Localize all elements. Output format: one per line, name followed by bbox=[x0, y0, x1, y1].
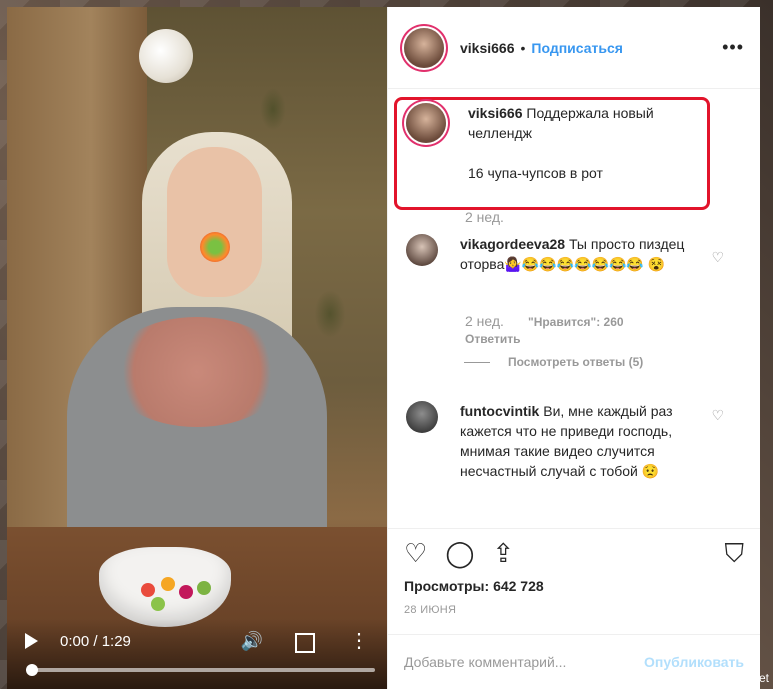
bookmark-icon[interactable]: ⛉ bbox=[724, 538, 744, 570]
caption-line2: 16 чупа-чупсов в рот bbox=[468, 165, 603, 181]
reply-button[interactable]: Ответить bbox=[465, 332, 520, 346]
comment-likes[interactable]: "Нравится": 260 bbox=[528, 315, 624, 329]
wall-lamp bbox=[139, 29, 193, 83]
commenter-avatar[interactable] bbox=[406, 401, 438, 433]
comment-item: vikagordeeva28 Ты просто пиздец оторва🤷‍… bbox=[406, 234, 690, 274]
comments-area: viksi666 Поддержала новый челлендж 16 чу… bbox=[388, 89, 760, 528]
views-value: 642 728 bbox=[493, 578, 544, 594]
comment-like-icon[interactable]: ♡ bbox=[711, 249, 724, 266]
candy bbox=[197, 581, 211, 595]
post-panel: viksi666 • Подписаться ••• viksi666 Подд… bbox=[387, 7, 760, 689]
candy bbox=[161, 577, 175, 591]
face bbox=[167, 147, 262, 297]
author-username[interactable]: viksi666 bbox=[460, 40, 515, 56]
views-count[interactable]: Просмотры: 642 728 bbox=[388, 578, 760, 594]
comment-icon[interactable]: ◯ bbox=[445, 538, 474, 569]
watermark: Fishki.net bbox=[717, 671, 769, 685]
comment-input[interactable] bbox=[404, 654, 645, 670]
candy bbox=[141, 583, 155, 597]
commenter-username[interactable]: funtocvintik bbox=[460, 403, 539, 419]
fullscreen-icon[interactable] bbox=[295, 633, 315, 653]
author-avatar[interactable] bbox=[404, 27, 444, 68]
caption: viksi666 Поддержала новый челлендж 16 чу… bbox=[406, 103, 698, 183]
progress-knob[interactable] bbox=[26, 664, 38, 676]
caption-avatar[interactable] bbox=[406, 103, 446, 143]
candy bbox=[179, 585, 193, 599]
share-icon[interactable]: ⇪ bbox=[492, 538, 514, 569]
play-icon[interactable] bbox=[25, 633, 38, 649]
video-player[interactable]: 0:00 / 1:29 🔊 ⋮ bbox=[7, 7, 387, 689]
view-replies-label[interactable]: Посмотреть ответы (5) bbox=[508, 355, 643, 369]
comment-like-icon[interactable]: ♡ bbox=[711, 407, 724, 424]
video-controls: 0:00 / 1:29 🔊 ⋮ bbox=[7, 619, 387, 689]
post-header: viksi666 • Подписаться ••• bbox=[388, 7, 760, 89]
video-time: 0:00 / 1:29 bbox=[60, 632, 131, 650]
lollipops-in-mouth bbox=[200, 232, 230, 262]
caption-age[interactable]: 2 нед. bbox=[465, 209, 504, 225]
commenter-username[interactable]: vikagordeeva28 bbox=[460, 236, 565, 252]
divider bbox=[464, 361, 490, 363]
views-label: Просмотры: bbox=[404, 578, 490, 594]
post-modal: 0:00 / 1:29 🔊 ⋮ viksi666 • Подписаться •… bbox=[7, 7, 760, 689]
comment-age[interactable]: 2 нед. bbox=[465, 313, 504, 329]
follow-button[interactable]: Подписаться bbox=[531, 40, 623, 56]
more-horizontal-icon[interactable]: ••• bbox=[722, 37, 744, 58]
caption-username[interactable]: viksi666 bbox=[468, 105, 523, 121]
separator-dot: • bbox=[520, 39, 526, 56]
post-date[interactable]: 28 ИЮНЯ bbox=[388, 594, 760, 616]
comment-item: funtocvintik Ви, мне каждый раз кажется … bbox=[406, 401, 695, 481]
person bbox=[47, 127, 327, 567]
tattoo bbox=[107, 317, 287, 427]
video-progress-bar[interactable] bbox=[26, 664, 375, 676]
action-bar: ♡ ◯ ⇪ ⛉ bbox=[388, 528, 760, 578]
add-comment-bar: Опубликовать bbox=[388, 634, 760, 689]
candy bbox=[151, 597, 165, 611]
publish-button[interactable]: Опубликовать bbox=[644, 654, 744, 670]
heart-icon[interactable]: ♡ bbox=[404, 538, 427, 569]
commenter-avatar[interactable] bbox=[406, 234, 438, 266]
volume-icon[interactable]: 🔊 bbox=[241, 631, 263, 652]
more-vertical-icon[interactable]: ⋮ bbox=[349, 631, 369, 651]
view-replies[interactable]: Посмотреть ответы (5) bbox=[464, 355, 643, 369]
